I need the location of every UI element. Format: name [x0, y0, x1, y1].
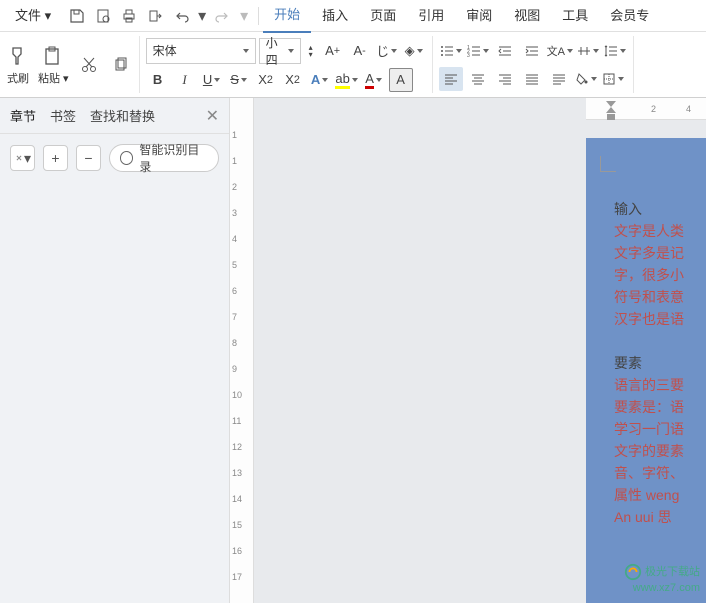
- document-area: 1 1 2 3 4 5 6 7 8 9 10 11 12 13 14 15 16…: [230, 98, 706, 603]
- decrease-font-button[interactable]: A-: [348, 39, 372, 63]
- font-size-stepper[interactable]: ▴▾: [304, 39, 318, 63]
- doc-line: 文字是人类: [614, 220, 706, 242]
- undo-dropdown[interactable]: ▾: [198, 7, 206, 25]
- smart-toc-button[interactable]: 智能识别目录: [109, 144, 219, 172]
- save-icon[interactable]: [68, 7, 86, 25]
- char-border-button[interactable]: A: [389, 68, 413, 92]
- doc-line: 文字多是记: [614, 242, 706, 264]
- shading-button[interactable]: [574, 67, 598, 91]
- main-area: 章节 书签 查找和替换 ✕ ▾ + − 智能识别目录 1 1 2 3 4 5 6…: [0, 98, 706, 603]
- tab-insert[interactable]: 插入: [311, 0, 359, 32]
- format-painter-button[interactable]: 式刷: [6, 44, 30, 86]
- doc-line: 符号和表意: [614, 286, 706, 308]
- tab-reference[interactable]: 引用: [407, 0, 455, 32]
- superscript-button[interactable]: X2: [254, 68, 278, 92]
- sidebar-tabs: 章节 书签 查找和替换 ✕: [0, 98, 229, 134]
- font-size-select[interactable]: 小四: [259, 38, 301, 64]
- text-effect-button[interactable]: A: [308, 68, 332, 92]
- clipboard-group: 式刷 粘贴 ▾: [0, 36, 140, 93]
- doc-line: [614, 330, 706, 352]
- align-center-button[interactable]: [466, 67, 490, 91]
- remove-button[interactable]: −: [76, 145, 101, 171]
- brush-icon: [6, 44, 30, 68]
- align-distribute-button[interactable]: [576, 39, 600, 63]
- vertical-ruler[interactable]: 1 1 2 3 4 5 6 7 8 9 10 11 12 13 14 15 16…: [230, 98, 254, 603]
- close-icon[interactable]: ✕: [206, 106, 219, 126]
- align-right-button[interactable]: [493, 67, 517, 91]
- align-left-button[interactable]: [439, 67, 463, 91]
- sidebar-panel: 章节 书签 查找和替换 ✕ ▾ + − 智能识别目录: [0, 98, 230, 603]
- change-case-button[interactable]: じ: [375, 39, 399, 63]
- line-spacing-button[interactable]: [603, 39, 627, 63]
- doc-line: 字，很多小: [614, 264, 706, 286]
- tab-page[interactable]: 页面: [359, 0, 407, 32]
- paragraph-group: 123 文A: [433, 36, 634, 93]
- redo-icon[interactable]: [214, 7, 232, 25]
- paste-icon: [41, 44, 65, 68]
- svg-text:3: 3: [467, 53, 470, 58]
- export-icon[interactable]: [146, 7, 164, 25]
- border-button[interactable]: [601, 67, 625, 91]
- underline-button[interactable]: U: [200, 68, 224, 92]
- sidebar-tab-chapter[interactable]: 章节: [10, 106, 36, 125]
- strike-button[interactable]: S: [227, 68, 251, 92]
- doc-line: An uui 思: [614, 506, 706, 528]
- margin-corner: [600, 156, 616, 172]
- font-name-select[interactable]: 宋体: [146, 38, 256, 64]
- increase-indent-button[interactable]: [520, 39, 544, 63]
- tab-member[interactable]: 会员专: [599, 0, 660, 32]
- doc-line: 要素是：语: [614, 396, 706, 418]
- font-group: 宋体 小四 ▴▾ A+ A- じ ◈ B I U S X2 X2 A ab A …: [140, 36, 433, 93]
- bullet-list-button[interactable]: [439, 39, 463, 63]
- highlight-button[interactable]: ab: [335, 68, 359, 92]
- doc-title: 输入: [614, 198, 706, 220]
- subscript-button[interactable]: X2: [281, 68, 305, 92]
- paste-button[interactable]: 粘贴 ▾: [38, 44, 69, 86]
- collapse-button[interactable]: ▾: [10, 145, 35, 171]
- document-page[interactable]: 输入 文字是人类 文字多是记 字，很多小 符号和表意 汉字也是语 要素 语言的三…: [586, 138, 706, 603]
- tab-start[interactable]: 开始: [263, 0, 311, 33]
- doc-line: 语言的三要: [614, 374, 706, 396]
- italic-button[interactable]: I: [173, 68, 197, 92]
- sidebar-toolbar: ▾ + − 智能识别目录: [0, 134, 229, 182]
- quick-access-toolbar: ▾ ▾: [62, 7, 254, 25]
- menu-bar: 文件 ▾ ▾ ▾ 开始 插入 页面 引用 审阅 视图 工具 会员专: [0, 0, 706, 32]
- doc-line: 属性 weng: [614, 484, 706, 506]
- text-direction-button[interactable]: 文A: [547, 39, 573, 63]
- sidebar-tab-findreplace[interactable]: 查找和替换: [90, 106, 155, 125]
- horizontal-ruler[interactable]: 2 4: [586, 98, 706, 120]
- align-distribute2-button[interactable]: [547, 67, 571, 91]
- doc-line: 汉字也是语: [614, 308, 706, 330]
- bold-button[interactable]: B: [146, 68, 170, 92]
- undo-icon[interactable]: [172, 7, 190, 25]
- tab-view[interactable]: 视图: [503, 0, 551, 32]
- tab-tools[interactable]: 工具: [551, 0, 599, 32]
- menu-file[interactable]: 文件 ▾: [4, 0, 62, 32]
- align-justify-button[interactable]: [520, 67, 544, 91]
- redo-dropdown[interactable]: ▾: [240, 7, 248, 25]
- print-icon[interactable]: [120, 7, 138, 25]
- doc-line: 音、字符、: [614, 462, 706, 484]
- sidebar-tab-bookmark[interactable]: 书签: [50, 106, 76, 125]
- ribbon: 式刷 粘贴 ▾ 宋体 小四 ▴▾ A+ A- じ ◈ B I U S X2: [0, 32, 706, 98]
- print-preview-icon[interactable]: [94, 7, 112, 25]
- doc-line: 文字的要素: [614, 440, 706, 462]
- add-button[interactable]: +: [43, 145, 68, 171]
- target-icon: [120, 151, 133, 165]
- clear-format-button[interactable]: ◈: [402, 39, 426, 63]
- tab-review[interactable]: 审阅: [455, 0, 503, 32]
- copy-button[interactable]: [109, 53, 133, 77]
- number-list-button[interactable]: 123: [466, 39, 490, 63]
- doc-line: 学习一门语: [614, 418, 706, 440]
- indent-marker[interactable]: [606, 100, 616, 120]
- decrease-indent-button[interactable]: [493, 39, 517, 63]
- doc-line: 要素: [614, 352, 706, 374]
- increase-font-button[interactable]: A+: [321, 39, 345, 63]
- cut-icon: [77, 53, 101, 77]
- cut-button[interactable]: [77, 53, 101, 77]
- font-color-button[interactable]: A: [362, 68, 386, 92]
